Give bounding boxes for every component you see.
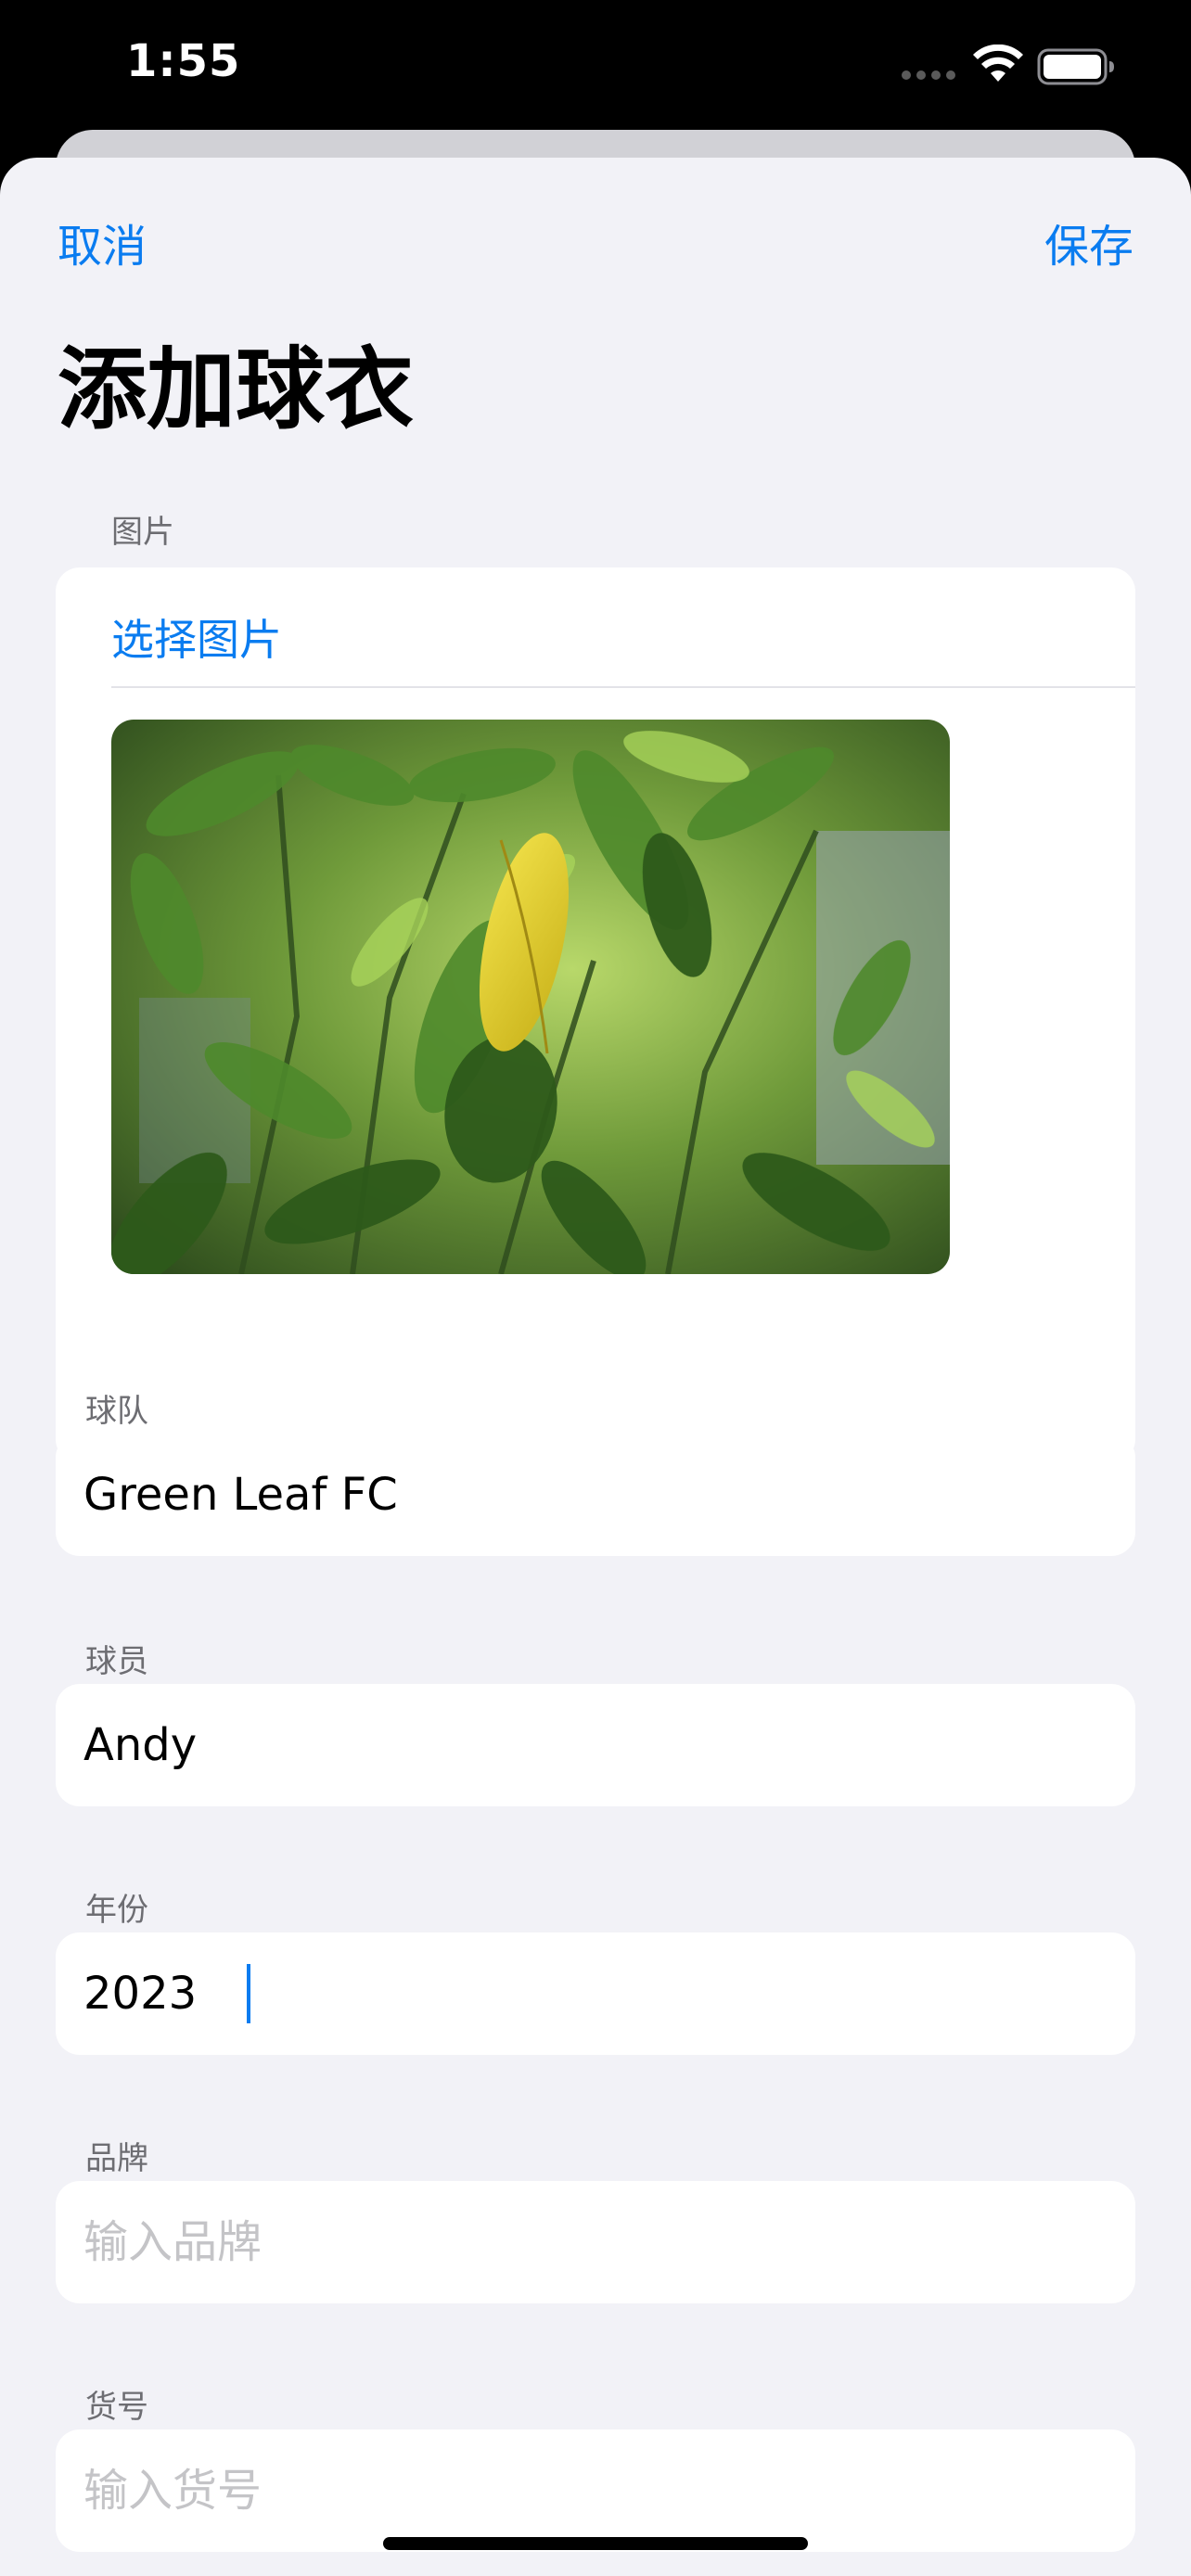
article-number-field-label: 货号 [85, 2389, 148, 2426]
page-title: 添加球衣 [58, 338, 414, 441]
save-button[interactable]: 保存 [1044, 210, 1133, 274]
team-field-label: 球队 [85, 1393, 148, 1430]
add-jersey-sheet: 取消 保存 添加球衣 图片 选择图片 球队 Green Leaf FC 球员 A… [0, 158, 1191, 2576]
status-bar: 1:55 [0, 0, 1191, 130]
team-input[interactable] [83, 1434, 1104, 1556]
selected-photo [111, 720, 950, 1274]
divider [111, 686, 1135, 688]
brand-input[interactable] [83, 2181, 1104, 2303]
leafy-plant-photo [111, 720, 950, 1274]
photo-card: 选择图片 [56, 567, 1135, 1463]
photo-section-label: 图片 [111, 514, 174, 551]
brand-field-label: 品牌 [85, 2140, 148, 2177]
player-field-card [56, 1684, 1135, 1806]
year-input[interactable] [83, 1932, 1104, 2055]
brand-field-card [56, 2181, 1135, 2303]
player-input[interactable] [83, 1684, 1104, 1806]
cancel-button[interactable]: 取消 [58, 210, 147, 274]
home-indicator[interactable] [383, 2537, 808, 2550]
article-number-field-card [56, 2429, 1135, 2552]
player-field-label: 球员 [85, 1643, 148, 1680]
battery-icon [1037, 48, 1114, 85]
year-field-label: 年份 [85, 1892, 148, 1929]
status-time: 1:55 [126, 35, 241, 87]
text-cursor [247, 1964, 250, 2023]
signal-dots-icon [902, 70, 957, 82]
year-field-card [56, 1932, 1135, 2055]
choose-photo-button[interactable]: 选择图片 [111, 606, 282, 668]
wifi-icon [973, 45, 1023, 82]
article-number-input[interactable] [83, 2429, 1104, 2552]
team-field-card [56, 1434, 1135, 1556]
